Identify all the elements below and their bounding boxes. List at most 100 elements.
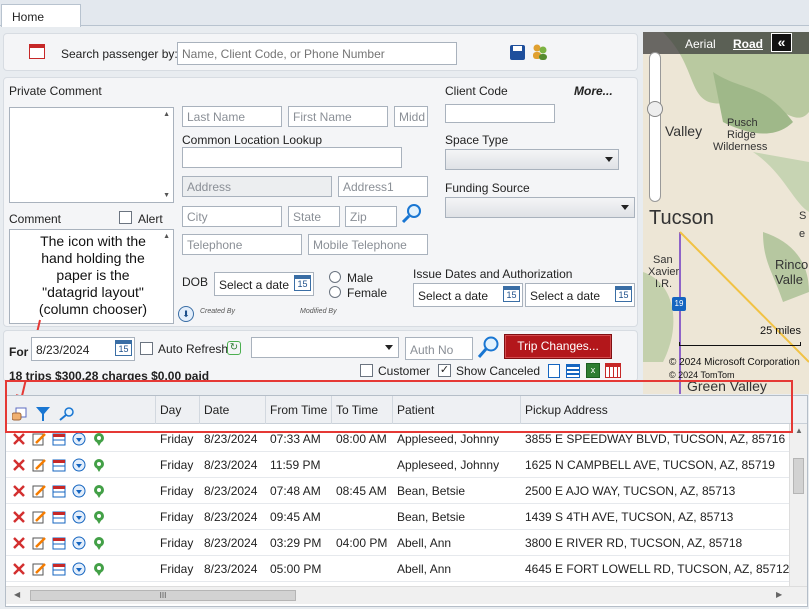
excel-icon[interactable]: x [586,363,600,378]
download-circle-icon[interactable] [72,484,86,498]
client-code-input[interactable] [445,104,555,123]
scroll-up-icon[interactable]: ▲ [163,233,170,240]
horizontal-scrollbar[interactable]: ◀ III ▶ [6,586,807,604]
table-row[interactable]: Friday 8/23/2024 03:29 PM 04:00 PM Abell, An… [6,530,793,556]
calendar-icon[interactable]: 15 [115,340,132,356]
trip-filter-select[interactable] [251,337,399,358]
private-comment-textarea[interactable]: ▲ ▼ [9,107,174,203]
telephone-field[interactable]: Telephone [182,234,302,255]
male-radio[interactable] [329,271,341,283]
scrollbar-thumb[interactable] [793,458,804,494]
calendar-icon[interactable] [29,44,45,59]
scrollbar-thumb[interactable]: III [30,590,296,601]
edit-icon[interactable] [32,510,46,524]
calendar-icon[interactable]: 15 [294,275,311,291]
aerial-button[interactable]: Aerial [685,37,716,51]
download-circle-icon[interactable] [72,536,86,550]
download-circle-icon[interactable] [72,432,86,446]
table-row[interactable]: Friday 8/23/2024 07:48 AM 08:45 AM Bean, Bet… [6,478,793,504]
calendar-icon[interactable] [52,484,66,498]
delete-icon[interactable] [12,458,26,472]
delete-icon[interactable] [12,432,26,446]
map-view[interactable]: Aerial Road « Valley Pusch Ridge Wildern… [643,32,809,394]
tab-home[interactable]: Home [1,4,81,27]
scroll-left-icon[interactable]: ◀ [14,590,20,599]
calendar-icon[interactable] [52,536,66,550]
more-link[interactable]: More... [574,84,613,98]
location-pin-icon[interactable] [92,458,106,472]
location-pin-icon[interactable] [92,484,106,498]
edit-icon[interactable] [32,536,46,550]
calendar-icon[interactable]: 15 [615,286,632,302]
scroll-down-icon[interactable]: ▼ [163,192,170,199]
table-row[interactable]: Friday 8/23/2024 05:00 PM Abell, Ann 4645 E … [6,556,793,582]
funding-source-select[interactable] [445,197,635,218]
address-field[interactable]: Address [182,176,332,197]
mobile-telephone-field[interactable]: Mobile Telephone [308,234,428,255]
table-row[interactable]: Friday 8/23/2024 09:45 AM Bean, Betsie 1439 … [6,504,793,530]
download-circle-icon[interactable] [72,458,86,472]
search-icon[interactable] [476,335,500,359]
show-canceled-checkbox[interactable]: ✓ [438,364,451,377]
location-pin-icon[interactable] [92,510,106,524]
list-icon[interactable] [566,364,580,378]
last-name-field[interactable]: Last Name [182,106,282,127]
calendar-icon[interactable] [52,458,66,472]
calendar-icon[interactable] [52,510,66,524]
auth-no-input[interactable]: Auth No [405,337,473,360]
issue-date-picker-1[interactable]: Select a date 15 [413,283,523,307]
delete-icon[interactable] [12,510,26,524]
zoom-slider[interactable] [647,52,663,202]
customer-checkbox[interactable] [360,364,373,377]
refresh-icon[interactable]: ↻ [227,341,241,355]
download-circle-icon[interactable] [72,562,86,576]
edit-icon[interactable] [32,484,46,498]
print-icon[interactable] [548,364,560,378]
down-circle-icon[interactable]: ⬇ [178,306,194,322]
city-field[interactable]: City [182,206,282,227]
location-pin-icon[interactable] [92,562,106,576]
dob-date-picker[interactable]: Select a date 15 [214,272,314,296]
issue-date-picker-2[interactable]: Select a date 15 [525,283,635,307]
calendar-icon[interactable] [52,432,66,446]
save-icon[interactable] [510,45,525,60]
download-circle-icon[interactable] [72,510,86,524]
table-row[interactable]: Friday 8/23/2024 11:59 PM Appleseed, Johnny… [6,452,793,478]
zoom-slider-handle[interactable] [647,101,663,117]
cell-to-time [332,504,393,530]
location-pin-icon[interactable] [92,432,106,446]
middle-name-field[interactable]: Midd [394,106,428,127]
edit-icon[interactable] [32,458,46,472]
vertical-scrollbar[interactable]: ▲ [789,424,807,586]
search-input[interactable] [177,42,457,65]
zip-field[interactable]: Zip [345,206,397,227]
common-location-input[interactable] [182,147,402,168]
calendar-icon[interactable] [52,562,66,576]
trip-date-picker[interactable]: 8/23/2024 15 [31,337,135,361]
location-pin-icon[interactable] [92,536,106,550]
collapse-map-button[interactable]: « [771,33,792,52]
alert-checkbox[interactable] [119,211,132,224]
calendar-icon[interactable]: 15 [503,286,520,302]
created-by-label: Created By [200,308,236,315]
cell-patient: Appleseed, Johnny [397,458,500,472]
scroll-right-icon[interactable]: ▶ [776,590,782,599]
state-field[interactable]: State [288,206,340,227]
edit-icon[interactable] [32,432,46,446]
edit-icon[interactable] [32,562,46,576]
first-name-field[interactable]: First Name [288,106,388,127]
people-icon[interactable] [531,43,549,61]
delete-icon[interactable] [12,484,26,498]
scroll-up-icon[interactable]: ▲ [795,426,803,435]
space-type-select[interactable] [445,149,619,170]
calendar-grid-icon[interactable] [605,363,621,378]
delete-icon[interactable] [12,536,26,550]
road-button[interactable]: Road [733,37,763,51]
auto-refresh-checkbox[interactable] [140,342,153,355]
scroll-up-icon[interactable]: ▲ [163,111,170,118]
female-radio[interactable] [329,286,341,298]
delete-icon[interactable] [12,562,26,576]
address1-field[interactable]: Address1 [338,176,428,197]
trip-changes-button[interactable]: Trip Changes... [504,334,612,359]
search-icon[interactable] [401,202,423,224]
